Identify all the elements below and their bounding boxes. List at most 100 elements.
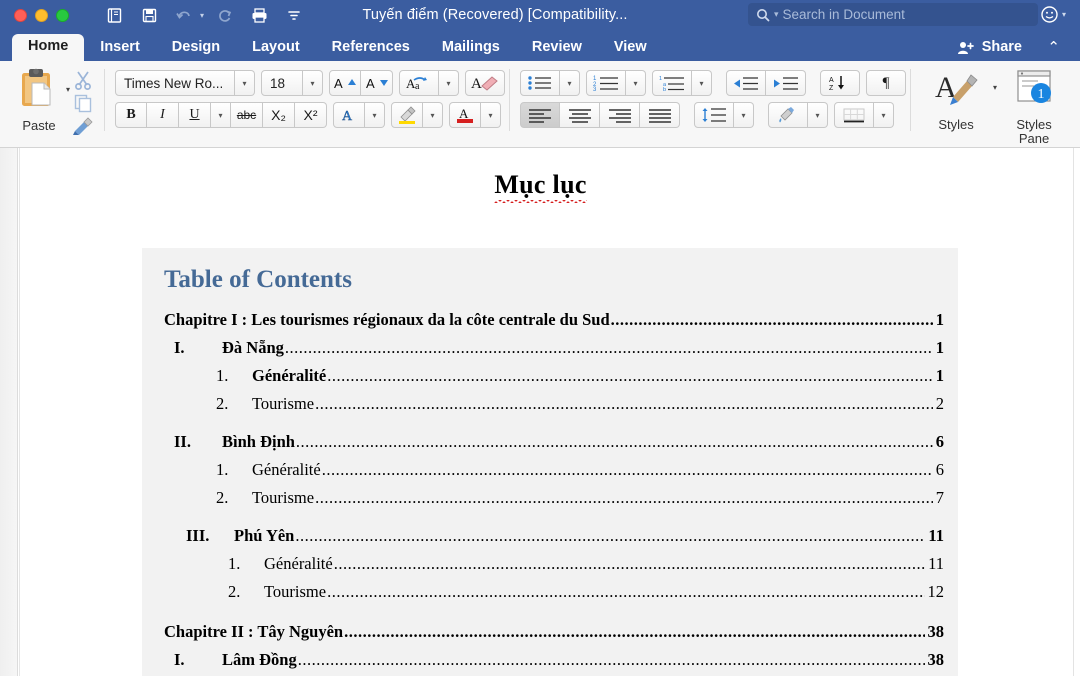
multilevel-control[interactable]: 1ab ▾: [652, 70, 713, 96]
redo-icon[interactable]: [209, 2, 239, 28]
tab-view[interactable]: View: [598, 35, 663, 62]
toc-entry[interactable]: 2. Tourisme ............................…: [164, 390, 944, 418]
font-name-input[interactable]: Times New Ro...: [115, 70, 236, 96]
undo-icon[interactable]: [169, 2, 199, 28]
shading-icon[interactable]: [768, 102, 809, 128]
highlight-color-icon[interactable]: [391, 102, 424, 128]
text-effects-caret[interactable]: ▾: [365, 102, 386, 128]
clear-formatting-icon[interactable]: A: [465, 70, 506, 96]
highlight-control[interactable]: ▾: [391, 102, 444, 128]
numbering-control[interactable]: 123 ▾: [586, 70, 647, 96]
close-window-button[interactable]: [14, 8, 27, 22]
document-page[interactable]: Mục lục Table of Contents Chapitre I : L…: [19, 148, 1061, 676]
italic-button[interactable]: I: [147, 102, 180, 128]
line-spacing-control[interactable]: ▾: [694, 102, 755, 128]
styles-pane-button[interactable]: 1 Styles Pane: [1003, 69, 1065, 147]
toc-entry[interactable]: 2. Tourisme ............................…: [164, 484, 944, 512]
customize-toolbar-icon[interactable]: [279, 2, 309, 28]
toc-entry[interactable]: 1. Généralité ..........................…: [164, 550, 944, 578]
line-spacing-icon[interactable]: [694, 102, 735, 128]
styles-dropdown-caret[interactable]: ▾: [993, 69, 997, 92]
toc-entry[interactable]: Chapitre I : Les tourismes régionaux da …: [164, 306, 944, 334]
paste-button[interactable]: Paste: [12, 67, 66, 133]
numbering-caret[interactable]: ▾: [626, 70, 647, 96]
toc-entry[interactable]: 1. Généralité ..........................…: [164, 456, 944, 484]
toc-entry[interactable]: I. Lâm Đồng ............................…: [164, 646, 944, 674]
search-dropdown-caret[interactable]: ▾: [774, 9, 779, 20]
account-menu[interactable]: ▾: [1040, 5, 1066, 24]
font-name-control[interactable]: Times New Ro... ▾: [115, 70, 256, 96]
toc-entry[interactable]: Chapitre II : Tây Nguyên ...............…: [164, 618, 944, 646]
document-area[interactable]: Mục lục Table of Contents Chapitre I : L…: [0, 148, 1080, 676]
decrease-indent-icon[interactable]: [726, 70, 767, 96]
align-right-icon[interactable]: [600, 102, 641, 128]
bullets-control[interactable]: ▾: [520, 70, 581, 96]
chevron-up-icon[interactable]: ⌃: [1047, 38, 1060, 56]
superscript-button[interactable]: X²: [295, 102, 328, 128]
underline-dropdown-caret[interactable]: ▾: [211, 102, 232, 128]
font-size-dropdown-caret[interactable]: ▾: [303, 70, 324, 96]
vertical-scrollbar[interactable]: [1073, 148, 1080, 676]
tab-mailings[interactable]: Mailings: [426, 35, 516, 62]
font-size-control[interactable]: 18 ▾: [261, 70, 324, 96]
maximize-window-button[interactable]: [56, 8, 69, 22]
borders-control[interactable]: ▾: [834, 102, 895, 128]
tab-insert[interactable]: Insert: [84, 35, 156, 62]
account-caret-icon[interactable]: ▾: [1062, 10, 1066, 19]
align-center-icon[interactable]: [560, 102, 601, 128]
font-name-dropdown-caret[interactable]: ▾: [235, 70, 256, 96]
change-case-caret[interactable]: ▾: [439, 70, 460, 96]
tab-home[interactable]: Home: [12, 33, 85, 61]
tab-design[interactable]: Design: [156, 35, 236, 62]
toc-entry[interactable]: I. Đà Nẵng .............................…: [164, 334, 944, 362]
shading-caret[interactable]: ▾: [808, 102, 829, 128]
search-input[interactable]: ▾ Search in Document: [748, 3, 1038, 26]
line-spacing-caret[interactable]: ▾: [734, 102, 755, 128]
numbered-list-icon[interactable]: 123: [586, 70, 627, 96]
format-painter-button[interactable]: [70, 115, 96, 137]
toc-entry[interactable]: 2. Tourisme ............................…: [164, 578, 944, 606]
borders-caret[interactable]: ▾: [874, 102, 895, 128]
change-case-control[interactable]: Aa ▾: [399, 70, 460, 96]
clear-formatting-control[interactable]: A: [465, 70, 506, 96]
text-effects-icon[interactable]: A: [333, 102, 366, 128]
font-size-input[interactable]: 18: [261, 70, 304, 96]
multilevel-list-icon[interactable]: 1ab: [652, 70, 693, 96]
toc-entry[interactable]: 1. Généralité ..........................…: [164, 362, 944, 390]
text-effects-control[interactable]: A ▾: [333, 102, 386, 128]
tab-references[interactable]: References: [316, 35, 426, 62]
show-marks-control[interactable]: ¶: [866, 70, 907, 96]
increase-font-size-icon[interactable]: A: [329, 70, 362, 96]
increase-indent-icon[interactable]: [766, 70, 807, 96]
table-of-contents[interactable]: Table of Contents Chapitre I : Les touri…: [142, 248, 958, 676]
shading-control[interactable]: ▾: [768, 102, 829, 128]
minimize-window-button[interactable]: [35, 8, 48, 22]
share-button[interactable]: Share: [957, 39, 1022, 55]
align-left-icon[interactable]: [520, 102, 561, 128]
styles-button[interactable]: A Styles: [925, 69, 987, 132]
strikethrough-button[interactable]: abc: [231, 102, 264, 128]
new-from-template-icon[interactable]: [99, 2, 129, 28]
cut-button[interactable]: [70, 69, 96, 91]
borders-icon[interactable]: [834, 102, 875, 128]
justify-icon[interactable]: [640, 102, 681, 128]
toc-entry[interactable]: II. Bình Định ..........................…: [164, 428, 944, 456]
sort-az-icon[interactable]: AZ: [820, 70, 861, 96]
underline-button[interactable]: U: [179, 102, 212, 128]
font-color-control[interactable]: A ▾: [449, 102, 502, 128]
subscript-button[interactable]: X₂: [263, 102, 296, 128]
tab-layout[interactable]: Layout: [236, 35, 316, 62]
multilevel-caret[interactable]: ▾: [692, 70, 713, 96]
bulleted-list-icon[interactable]: [520, 70, 561, 96]
font-color-icon[interactable]: A: [449, 102, 482, 128]
print-icon[interactable]: [244, 2, 274, 28]
highlight-caret[interactable]: ▾: [423, 102, 444, 128]
sort-control[interactable]: AZ: [820, 70, 861, 96]
undo-dropdown-caret[interactable]: ▾: [200, 11, 204, 20]
pilcrow-icon[interactable]: ¶: [866, 70, 907, 96]
font-color-caret[interactable]: ▾: [481, 102, 502, 128]
toc-entry[interactable]: III. Phú Yên ...........................…: [164, 522, 944, 550]
bullets-caret[interactable]: ▾: [560, 70, 581, 96]
save-icon[interactable]: [134, 2, 164, 28]
change-case-icon[interactable]: Aa: [399, 70, 440, 96]
